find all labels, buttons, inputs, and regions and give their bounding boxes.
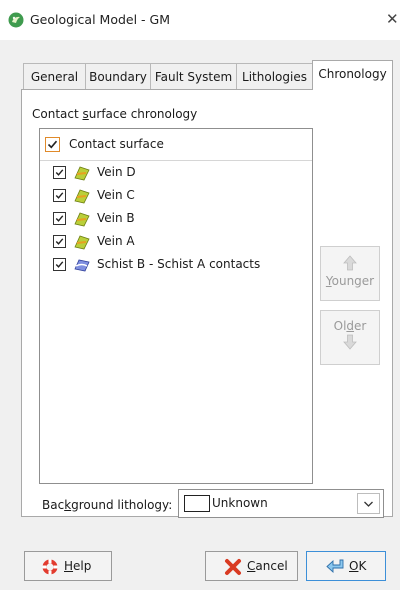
item-checkbox[interactable]: [53, 235, 66, 248]
ok-button[interactable]: OK: [306, 551, 386, 581]
ok-enter-arrow-icon: [326, 558, 344, 576]
down-arrow-icon: [321, 334, 379, 353]
cancel-button[interactable]: Cancel: [205, 551, 298, 581]
window-title: Geological Model - GM: [30, 12, 170, 27]
list-item[interactable]: Vein D: [40, 162, 312, 184]
background-lithology-select[interactable]: Unknown: [178, 489, 384, 518]
vein-surface-icon: [74, 165, 90, 181]
item-checkbox[interactable]: [53, 212, 66, 225]
select-all-checkbox[interactable]: [45, 137, 60, 152]
item-checkbox[interactable]: [53, 258, 66, 271]
tab-general[interactable]: General: [23, 63, 86, 89]
lithology-color-swatch: [184, 495, 210, 512]
item-label: Vein A: [97, 234, 135, 248]
tab-boundary-label: Boundary: [89, 70, 147, 84]
background-lithology-label: Background lithology:: [42, 498, 172, 512]
item-checkbox[interactable]: [53, 189, 66, 202]
ok-label-rest: K: [358, 559, 367, 573]
group-label-part: Contact: [32, 107, 83, 121]
help-label-rest: elp: [73, 559, 92, 573]
up-arrow-icon: [321, 255, 379, 274]
contact-surface-list[interactable]: Contact surface Vein D Vein C Vein B Vei…: [39, 128, 313, 484]
ok-label: OK: [349, 559, 366, 573]
app-icon: [8, 12, 24, 28]
group-label-part: urface chronology: [88, 107, 198, 121]
tab-chronology[interactable]: Chronology: [312, 60, 393, 90]
cancel-x-icon: [224, 558, 242, 576]
tab-lithologies[interactable]: Lithologies: [236, 63, 313, 89]
younger-label-part: ounger: [331, 274, 375, 288]
younger-label: Younger: [321, 274, 379, 288]
tab-boundary[interactable]: Boundary: [85, 63, 151, 89]
younger-button[interactable]: Younger: [320, 246, 380, 301]
help-lifebuoy-icon: [41, 558, 59, 576]
older-mnemonic: d: [346, 319, 355, 333]
older-button[interactable]: Older: [320, 310, 380, 365]
tab-lithologies-label: Lithologies: [242, 70, 307, 84]
tab-general-label: General: [30, 70, 79, 84]
list-item[interactable]: Vein A: [40, 231, 312, 253]
vein-surface-icon: [74, 188, 90, 204]
older-label-part: er: [354, 319, 367, 333]
help-label: Help: [64, 559, 91, 573]
list-item[interactable]: Schist B - Schist A contacts: [40, 254, 312, 276]
tab-fault-system-label: Fault System: [154, 70, 233, 84]
item-label: Schist B - Schist A contacts: [97, 257, 261, 271]
help-mnemonic: H: [64, 559, 74, 573]
list-item[interactable]: Vein C: [40, 185, 312, 207]
vein-surface-icon: [74, 234, 90, 250]
tab-chronology-label: Chronology: [318, 67, 387, 81]
item-label: Vein B: [97, 211, 135, 225]
cancel-label-rest: ancel: [255, 559, 288, 573]
vein-surface-icon: [74, 211, 90, 227]
older-label: Older: [321, 319, 379, 333]
item-label: Vein D: [97, 165, 136, 179]
cancel-label: Cancel: [247, 559, 288, 573]
geological-model-dialog: Geological Model - GM ✕ General Boundary…: [0, 0, 400, 590]
close-icon[interactable]: ✕: [386, 10, 400, 30]
contact-surface-chronology-label: Contact surface chronology: [32, 107, 197, 121]
list-item[interactable]: Vein B: [40, 208, 312, 230]
title-bar[interactable]: Geological Model - GM ✕: [0, 0, 400, 40]
older-label-part: Ol: [333, 319, 347, 333]
bg-label-part: Bac: [42, 498, 65, 512]
item-label: Vein C: [97, 188, 135, 202]
help-button[interactable]: Help: [24, 551, 112, 581]
tab-fault-system[interactable]: Fault System: [150, 63, 237, 89]
contact-surface-header: Contact surface: [69, 137, 164, 151]
chevron-down-icon: [364, 501, 373, 507]
contact-surface-icon: [74, 257, 90, 273]
item-checkbox[interactable]: [53, 166, 66, 179]
bg-label-part: ground lithology:: [71, 498, 173, 512]
list-header: Contact surface: [40, 129, 312, 161]
background-lithology-value: Unknown: [212, 496, 268, 510]
dropdown-button[interactable]: [357, 493, 380, 514]
